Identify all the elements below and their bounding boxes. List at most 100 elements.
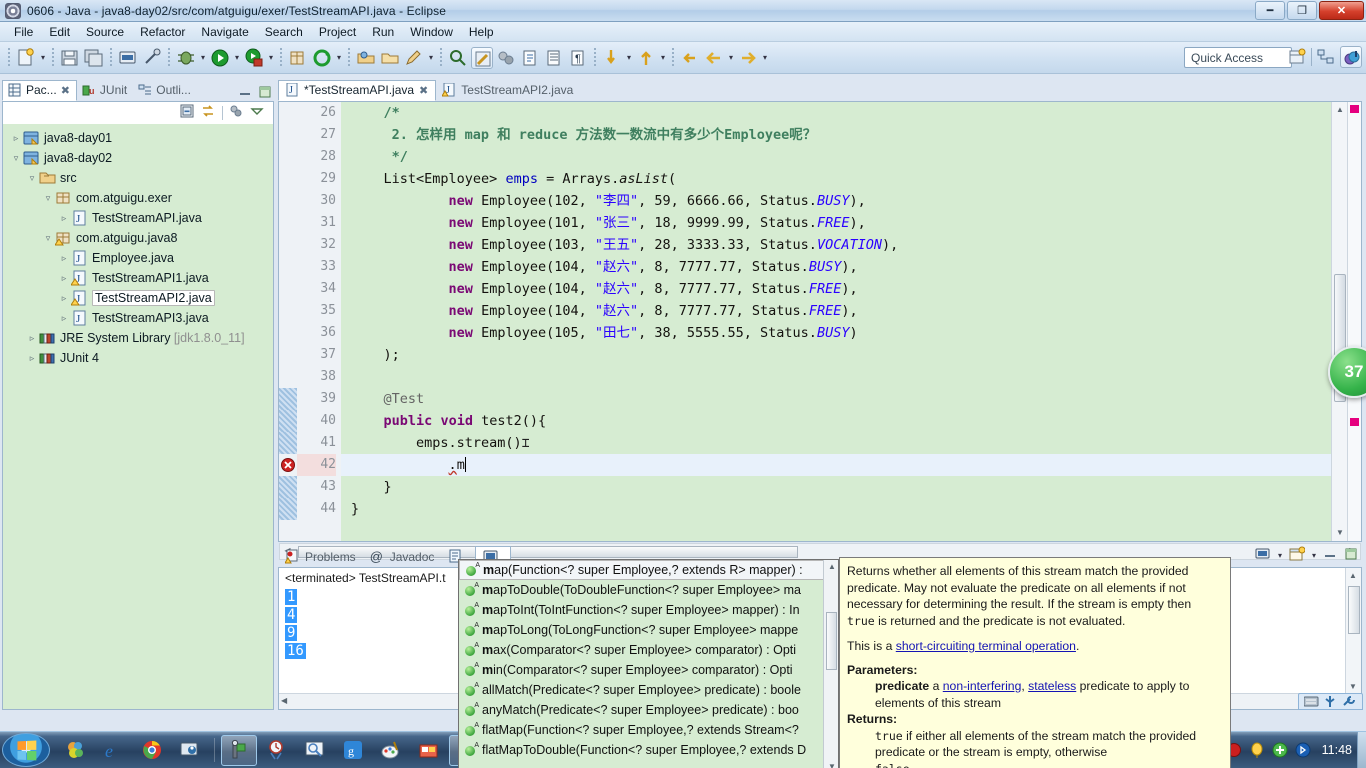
back-icon[interactable] bbox=[679, 47, 701, 69]
run-coverage-dropdown[interactable]: ▾ bbox=[266, 47, 276, 69]
run-icon[interactable] bbox=[209, 47, 231, 69]
tree-item[interactable]: ▿ com.atguigu.java8 bbox=[3, 228, 273, 248]
close-icon[interactable]: ✖ bbox=[419, 84, 428, 97]
marker-row[interactable] bbox=[279, 256, 297, 278]
console-footer-tools[interactable] bbox=[1298, 693, 1363, 710]
project-tree[interactable]: ▹ java8-day01 ▿ java8-day02 ▿ src ▿ com.atguigu… bbox=[2, 124, 274, 710]
tree-twisty-icon[interactable]: ▿ bbox=[41, 193, 55, 204]
search-icon[interactable] bbox=[447, 47, 469, 69]
minimize-view-icon[interactable] bbox=[238, 85, 252, 99]
minimize-console-icon[interactable] bbox=[1323, 547, 1337, 564]
forward-icon[interactable] bbox=[737, 47, 759, 69]
up-navigation-dropdown[interactable]: ▾ bbox=[658, 47, 668, 69]
console-vertical-scrollbar[interactable]: ▲ ▼ bbox=[1345, 568, 1361, 694]
marker-row[interactable] bbox=[279, 322, 297, 344]
scroll-up-arrow[interactable]: ▲ bbox=[1335, 105, 1345, 115]
tree-item[interactable]: ▹ J TestStreamAPI3.java bbox=[3, 308, 273, 328]
last-edit-dropdown[interactable]: ▾ bbox=[624, 47, 634, 69]
marker-column[interactable] bbox=[279, 102, 297, 541]
taskbar-item-tool-green[interactable] bbox=[221, 734, 257, 766]
menu-item-navigate[interactable]: Navigate bbox=[193, 23, 256, 41]
tree-item[interactable]: ▹ JRE System Library [jdk1.8.0_11] bbox=[3, 328, 273, 348]
source-code[interactable]: /* 2. 怎样用 map 和 reduce 方法数一数流中有多少个Employ… bbox=[341, 102, 1331, 541]
maximize-console-icon[interactable] bbox=[1344, 547, 1358, 564]
marker-row[interactable] bbox=[279, 278, 297, 300]
debug-icon[interactable] bbox=[175, 47, 197, 69]
marker-row[interactable] bbox=[279, 344, 297, 366]
restore-button[interactable]: ❐ bbox=[1287, 1, 1317, 20]
open-type-icon[interactable] bbox=[355, 47, 377, 69]
code-line[interactable]: new Employee(104, "赵六", 8, 7777.77, Stat… bbox=[351, 278, 1331, 300]
collapse-all-icon[interactable] bbox=[180, 104, 195, 122]
menu-item-edit[interactable]: Edit bbox=[41, 23, 78, 41]
tree-twisty-icon[interactable]: ▿ bbox=[9, 153, 23, 164]
run-coverage-icon[interactable] bbox=[243, 47, 265, 69]
pencil-icon[interactable] bbox=[403, 47, 425, 69]
debug-dropdown[interactable]: ▾ bbox=[198, 47, 208, 69]
taskbar-item-blue-app[interactable]: g bbox=[335, 735, 371, 766]
last-edit-icon[interactable] bbox=[601, 47, 623, 69]
code-line[interactable]: List<Employee> emps = Arrays.asList( bbox=[351, 168, 1331, 190]
menu-item-help[interactable]: Help bbox=[461, 23, 502, 41]
marker-row[interactable] bbox=[279, 366, 297, 388]
tree-item[interactable]: ▹ J TestStreamAPI.java bbox=[3, 208, 273, 228]
code-line[interactable]: new Employee(102, "李四", 59, 6666.66, Sta… bbox=[351, 190, 1331, 212]
tree-twisty-icon[interactable]: ▹ bbox=[25, 353, 39, 364]
code-line[interactable]: @Test bbox=[351, 388, 1331, 410]
tree-item[interactable]: ▹ J TestStreamAPI2.java bbox=[3, 288, 273, 308]
tree-item[interactable]: ▹ J TestStreamAPI1.java bbox=[3, 268, 273, 288]
autocomplete-item[interactable]: Amax(Comparator<? super Employee> compar… bbox=[459, 640, 838, 660]
left-view-tab-junit[interactable]: u JUnit bbox=[77, 80, 133, 101]
taskbar-item-screenshot[interactable] bbox=[297, 735, 333, 766]
tree-twisty-icon[interactable]: ▹ bbox=[25, 333, 39, 344]
menu-item-search[interactable]: Search bbox=[257, 23, 311, 41]
tree-item[interactable]: ▿ src bbox=[3, 168, 273, 188]
taskbar-item-paint[interactable] bbox=[373, 735, 409, 766]
tree-twisty-icon[interactable]: ▹ bbox=[57, 273, 71, 284]
marker-row[interactable] bbox=[279, 476, 297, 498]
autocomplete-item[interactable]: AmapToDouble(ToDoubleFunction<? super Em… bbox=[459, 580, 838, 600]
short-circuiting-link[interactable]: short-circuiting terminal operation bbox=[896, 639, 1076, 653]
marker-row[interactable] bbox=[279, 300, 297, 322]
autocomplete-item[interactable]: AflatMapToDouble(Function<? super Employ… bbox=[459, 740, 838, 760]
code-line[interactable]: 2. 怎样用 map 和 reduce 方法数一数流中有多少个Employee呢… bbox=[351, 124, 1331, 146]
code-line[interactable]: new Employee(103, "王五", 28, 3333.33, Sta… bbox=[351, 234, 1331, 256]
javadoc-tooltip[interactable]: Returns whether all elements of this str… bbox=[839, 557, 1231, 768]
overview-ruler[interactable] bbox=[1347, 102, 1361, 541]
external-tools-icon[interactable] bbox=[311, 47, 333, 69]
taskbar-item-clock-tool[interactable] bbox=[259, 735, 295, 766]
marker-row[interactable] bbox=[279, 124, 297, 146]
console-menu-icon[interactable]: ▾ bbox=[1278, 551, 1282, 560]
taskbar-item-office[interactable] bbox=[58, 735, 94, 766]
run-dropdown[interactable]: ▾ bbox=[232, 47, 242, 69]
view-chevron-icon[interactable] bbox=[250, 104, 265, 122]
code-line[interactable]: new Employee(104, "赵六", 8, 7777.77, Stat… bbox=[351, 256, 1331, 278]
code-line[interactable]: new Employee(101, "张三", 18, 9999.99, Sta… bbox=[351, 212, 1331, 234]
marker-row[interactable] bbox=[279, 146, 297, 168]
back-history-icon[interactable] bbox=[703, 47, 725, 69]
quick-access-input[interactable]: Quick Access bbox=[1184, 47, 1292, 68]
view-menu-icon[interactable] bbox=[229, 104, 244, 122]
code-line[interactable]: new Employee(104, "赵六", 8, 7777.77, Stat… bbox=[351, 300, 1331, 322]
skip-breakpoints-icon[interactable] bbox=[495, 47, 517, 69]
scroll-down-arrow[interactable]: ▼ bbox=[1335, 528, 1345, 538]
tree-item[interactable]: ▿ com.atguigu.exer bbox=[3, 188, 273, 208]
non-interfering-link[interactable]: non-interfering bbox=[943, 679, 1022, 693]
back-dropdown[interactable]: ▾ bbox=[726, 47, 736, 69]
code-line[interactable]: ); bbox=[351, 344, 1331, 366]
new-package-icon[interactable] bbox=[287, 47, 309, 69]
marker-row[interactable] bbox=[279, 212, 297, 234]
bluetooth-icon[interactable] bbox=[1295, 742, 1311, 758]
marker-row[interactable] bbox=[279, 432, 297, 454]
code-line[interactable]: */ bbox=[351, 146, 1331, 168]
marker-row[interactable] bbox=[279, 454, 297, 476]
menu-item-run[interactable]: Run bbox=[364, 23, 402, 41]
tree-twisty-icon[interactable]: ▿ bbox=[25, 173, 39, 184]
overview-marker-current[interactable] bbox=[1350, 418, 1359, 426]
new-wizard-icon[interactable] bbox=[15, 47, 37, 69]
marker-row[interactable] bbox=[279, 234, 297, 256]
bottom-tab-javadoc[interactable]: @ Javadoc bbox=[363, 546, 442, 567]
menu-item-window[interactable]: Window bbox=[402, 23, 461, 41]
menu-item-source[interactable]: Source bbox=[78, 23, 132, 41]
autocomplete-scroll-thumb[interactable] bbox=[826, 612, 837, 670]
